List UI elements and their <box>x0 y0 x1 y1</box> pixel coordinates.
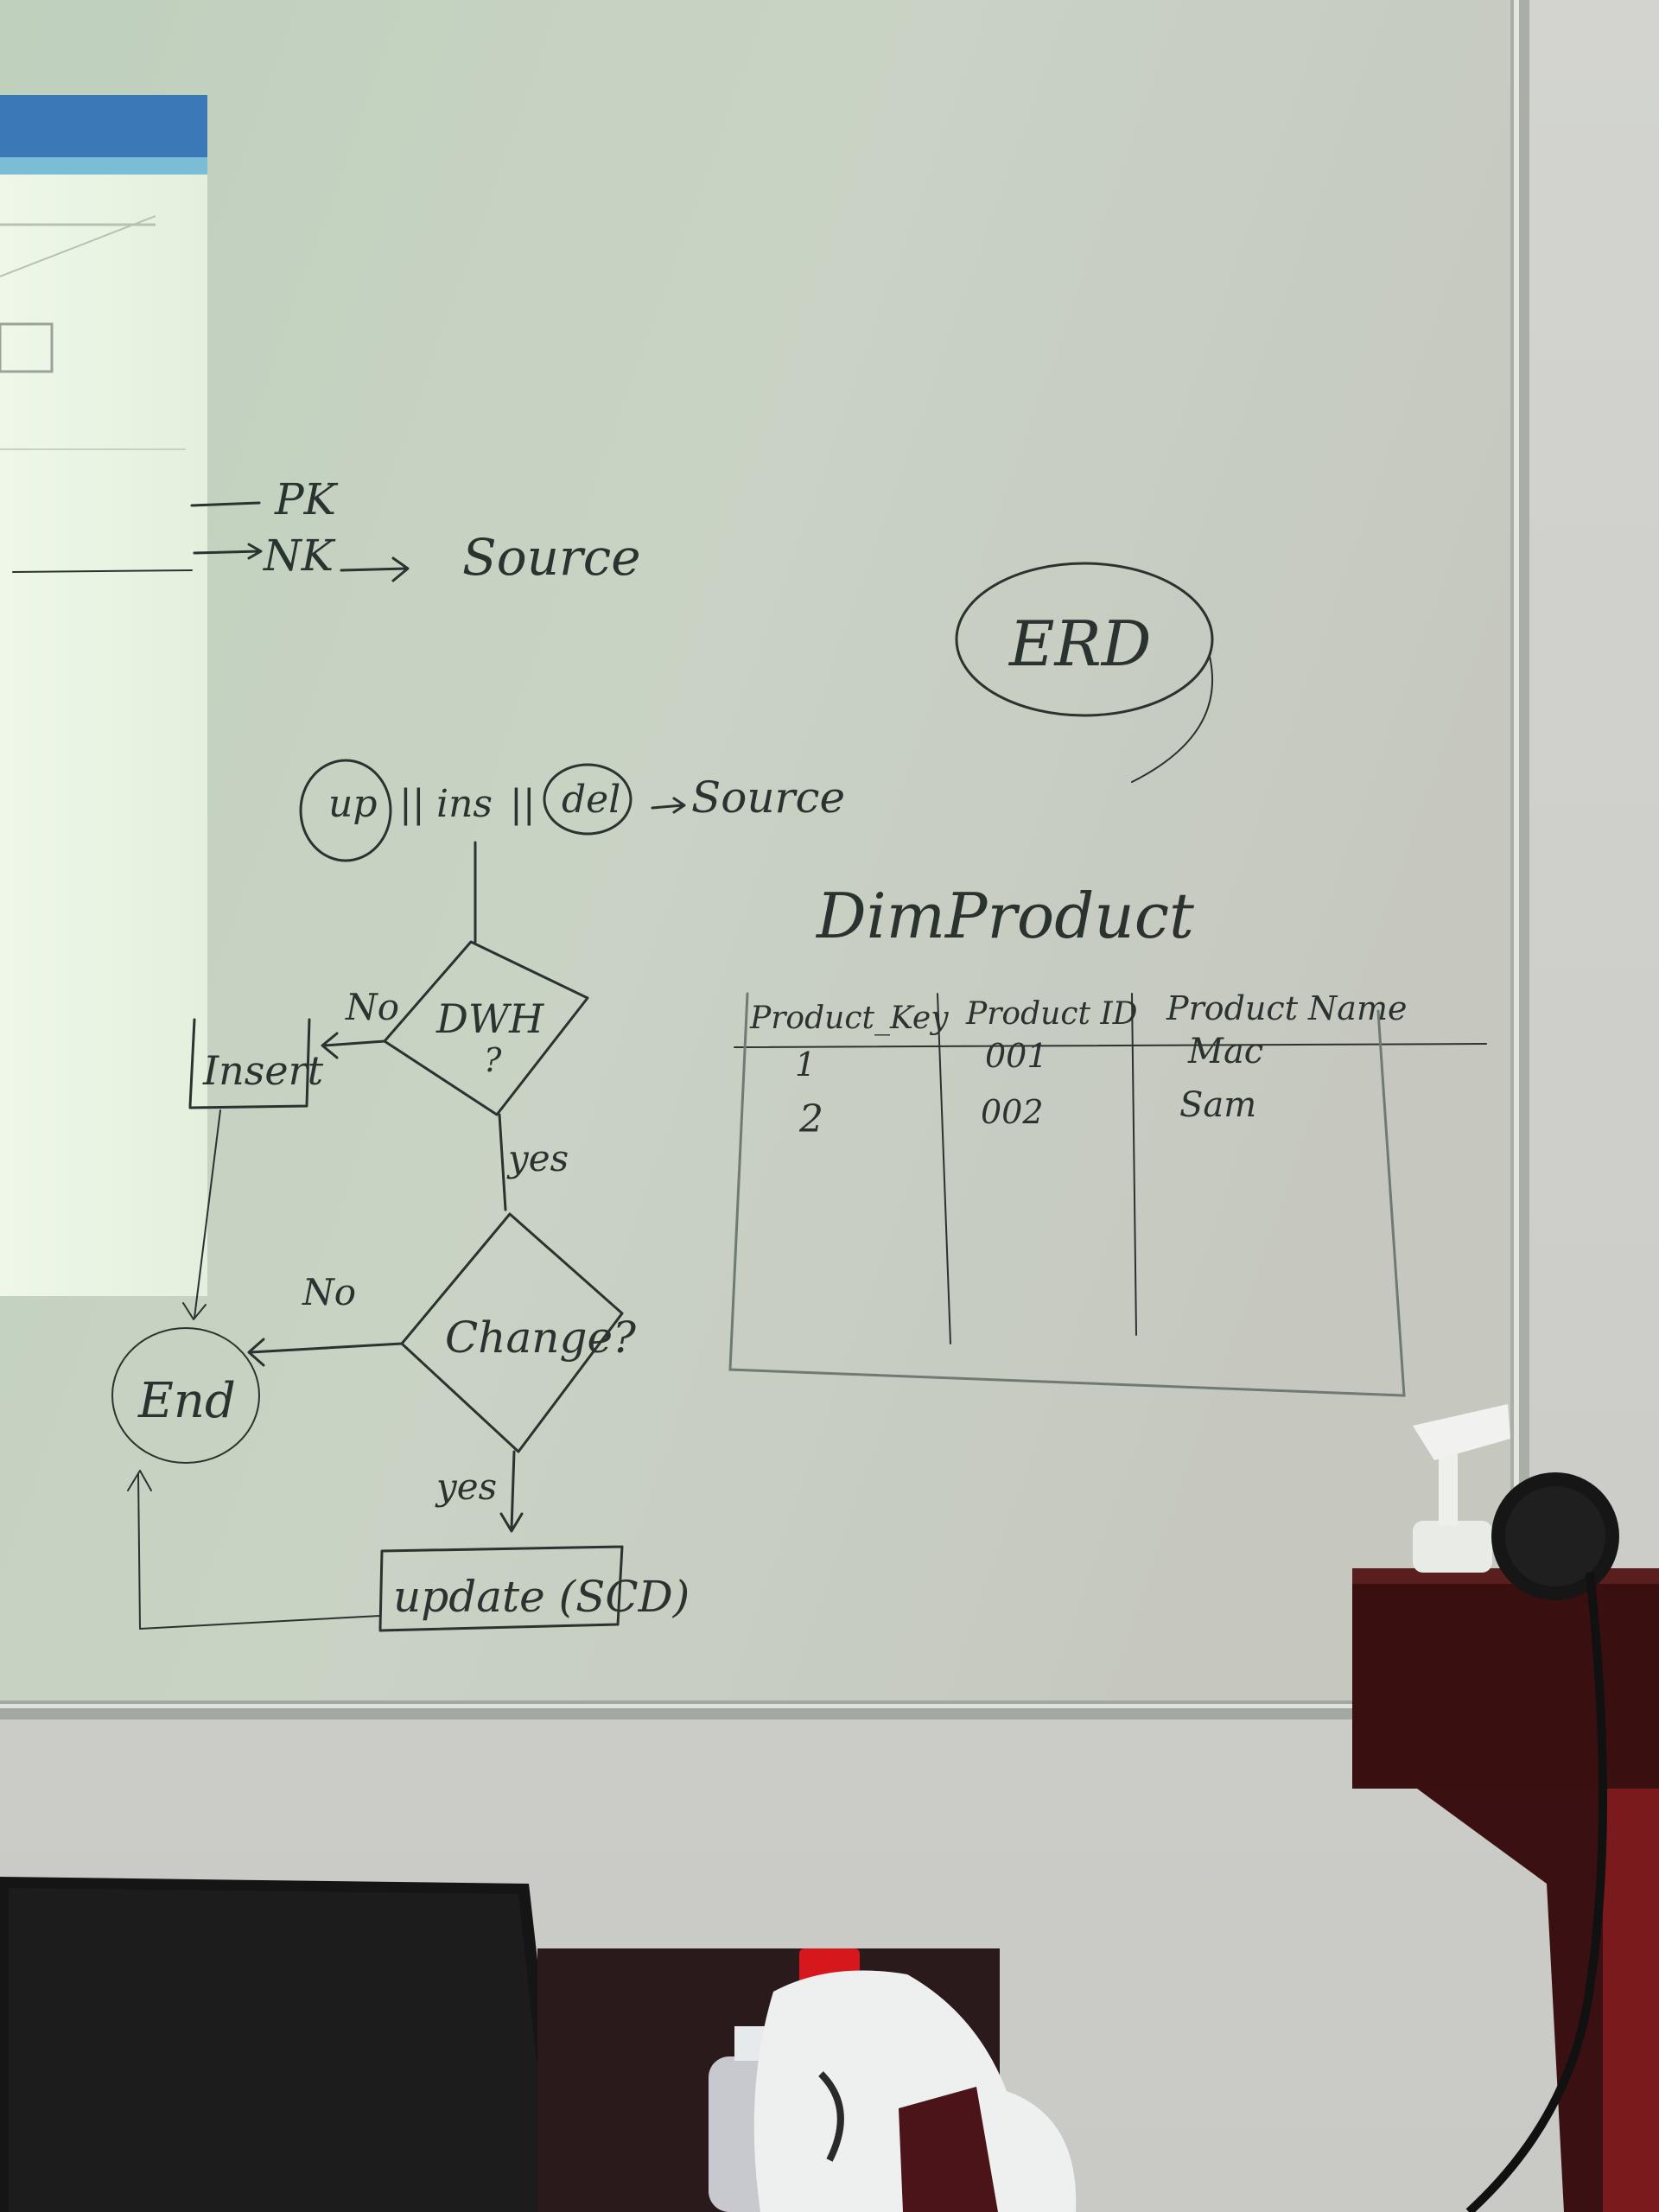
op-sep-2: || <box>510 782 536 826</box>
table-header: Product_Key <box>749 1001 949 1036</box>
dwh-label: DWH <box>435 995 544 1042</box>
no-label-2: No <box>302 1271 356 1313</box>
table-cell: 001 <box>985 1037 1048 1075</box>
ops-source-label: Source <box>691 772 845 823</box>
yes-label-1: yes <box>506 1137 569 1179</box>
table-header: Product Name <box>1166 989 1407 1027</box>
insert-box: Insert <box>202 1047 324 1094</box>
no-label-1: No <box>345 986 399 1028</box>
op-ins: ins <box>436 782 493 826</box>
table-cell: 002 <box>981 1093 1044 1131</box>
op-sep-1: || <box>399 782 425 826</box>
laptop <box>0 1877 566 2212</box>
change-label: Change? <box>445 1313 637 1363</box>
classroom-photo: PK NK Source ERD up || ins || del Source… <box>0 0 1659 2212</box>
op-up: up <box>328 782 378 826</box>
table-cell: 1 <box>795 1046 816 1084</box>
end-label: End <box>137 1373 236 1429</box>
table-cell: Mac <box>1187 1032 1263 1071</box>
pk-label: PK <box>274 474 339 524</box>
table-title: DimProduct <box>815 880 1195 952</box>
projected-slide <box>0 95 207 1296</box>
table-header: Product ID <box>965 996 1138 1032</box>
nk-source-label: Source <box>462 528 641 587</box>
erd-label: ERD <box>1007 607 1152 680</box>
nk-label: NK <box>263 531 336 581</box>
dwh-question: ? <box>484 1041 502 1079</box>
table-cell: Sam <box>1179 1085 1256 1125</box>
op-del: del <box>562 778 620 822</box>
yes-label-2: yes <box>435 1465 497 1508</box>
update-box: update (SCD) <box>393 1572 690 1622</box>
table-cell: 2 <box>798 1097 823 1141</box>
